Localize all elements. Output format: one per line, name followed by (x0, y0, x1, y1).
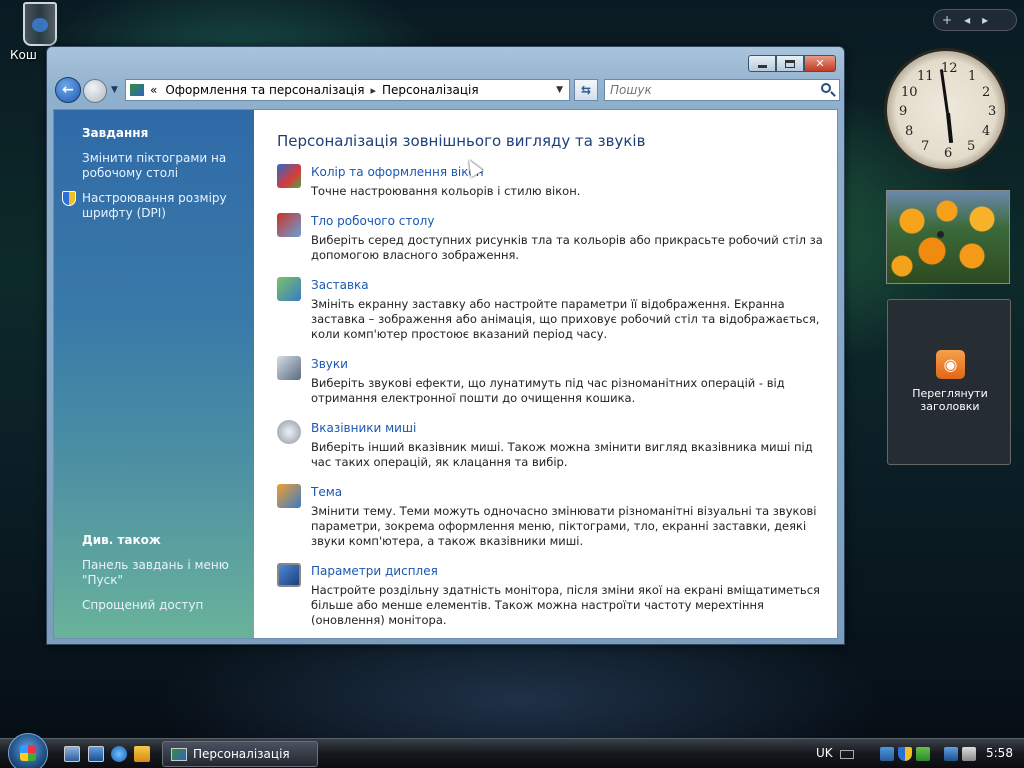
link-desktop-background[interactable]: Тло робочого столу (311, 214, 434, 228)
media-player-icon[interactable] (134, 746, 150, 762)
taskbar-button-personalization[interactable]: Персоналізація (162, 741, 318, 767)
volume-muted-icon[interactable] (962, 747, 976, 761)
window-controls: ✕ (748, 55, 836, 72)
desktop-background-icon (277, 213, 301, 237)
clock-number: 6 (944, 146, 953, 161)
search-input[interactable] (604, 79, 840, 101)
breadcrumb-current[interactable]: Персоналізація (382, 83, 479, 97)
task-pane: Завдання Змінити піктограми на робочому … (54, 110, 254, 638)
add-gadget-button[interactable]: + (942, 13, 952, 27)
display-settings-icon (277, 563, 301, 587)
close-button[interactable]: ✕ (804, 55, 836, 72)
item-description: Виберіть інший вказівник миші. Також мож… (311, 440, 813, 469)
personalization-window: ✕ ← ▼ « Оформлення та персоналізація ▸ П… (46, 46, 845, 645)
previous-page-button[interactable]: ◂ (964, 13, 970, 27)
clock-number: 7 (921, 139, 930, 154)
search-icon[interactable] (821, 83, 831, 93)
tasks-heading: Завдання (82, 126, 149, 140)
forward-button[interactable] (83, 79, 107, 103)
language-indicator[interactable]: UK (816, 746, 833, 760)
item-description: Настройте роздільну здатність монітора, … (311, 583, 820, 627)
item-description: Змініть екранну заставку або настройте п… (311, 297, 820, 341)
clock-number: 3 (988, 104, 997, 119)
recycle-bin-icon (23, 2, 57, 46)
link-display-settings[interactable]: Параметри дисплея (311, 564, 438, 578)
link-mouse-pointers[interactable]: Вказівники миші (311, 421, 416, 435)
see-also-ease-of-access[interactable]: Спрощений доступ (82, 598, 242, 613)
navigation-bar: ← ▼ « Оформлення та персоналізація ▸ Пер… (53, 77, 840, 105)
back-arrow-icon: ← (62, 82, 74, 98)
back-button[interactable]: ← (55, 77, 81, 103)
link-sounds[interactable]: Звуки (311, 357, 348, 371)
taskbar: Персоналізація UK 5:58 (0, 733, 1024, 768)
clock-number: 1 (968, 69, 977, 84)
link-window-color[interactable]: Колір та оформлення вікон (311, 165, 484, 179)
security-shield-icon[interactable] (898, 747, 912, 761)
breadcrumb-overflow[interactable]: « (150, 83, 157, 97)
mouse-pointer-icon (277, 420, 301, 444)
link-screensaver[interactable]: Заставка (311, 278, 369, 292)
minimize-icon (757, 65, 767, 68)
update-icon[interactable] (916, 747, 930, 761)
minimize-button[interactable] (748, 55, 776, 72)
clock-number: 8 (905, 124, 914, 139)
feed-headlines-gadget[interactable]: ◉ Переглянути заголовки (887, 299, 1011, 465)
internet-explorer-icon[interactable] (111, 746, 127, 762)
control-panel-icon (171, 747, 187, 761)
system-clock[interactable]: 5:58 (986, 746, 1013, 760)
next-page-button[interactable]: ▸ (982, 13, 988, 27)
task-change-desktop-icons[interactable]: Змінити піктограми на робочому столі (82, 151, 242, 181)
window-client-area: Завдання Змінити піктограми на робочому … (53, 109, 838, 639)
main-content: Персоналізація зовнішнього вигляду та зв… (255, 110, 837, 638)
sidebar-gadget-controls: + ◂ ▸ (933, 9, 1017, 31)
network-status-icon[interactable] (944, 747, 958, 761)
clock-number: 9 (899, 104, 908, 119)
maximize-icon (785, 59, 795, 68)
maximize-button[interactable] (776, 55, 804, 72)
item-description: Змінити тему. Теми можуть одночасно змін… (311, 504, 817, 548)
network-icon[interactable] (880, 747, 894, 761)
clock-number: 5 (967, 139, 976, 154)
item-description: Виберіть серед доступних рисунків тла та… (311, 233, 823, 262)
item-description: Точне настроювання кольорів і стилю віко… (311, 184, 581, 198)
refresh-button[interactable]: ⇆ (574, 79, 598, 101)
switch-windows-icon[interactable] (88, 746, 104, 762)
screensaver-icon (277, 277, 301, 301)
close-icon: ✕ (815, 57, 825, 70)
task-adjust-font-size[interactable]: Настроювання розміру шрифту (DPI) (82, 191, 242, 221)
taskbar-button-label: Персоналізація (193, 747, 290, 761)
clock-gadget[interactable]: 12 1 2 3 4 5 6 7 8 9 10 11 (884, 48, 1008, 172)
see-also-heading: Див. також (82, 533, 161, 547)
slideshow-gadget[interactable] (886, 190, 1010, 284)
clock-number: 4 (982, 124, 991, 139)
see-also-taskbar-start[interactable]: Панель завдань і меню "Пуск" (82, 558, 242, 588)
breadcrumb-parent[interactable]: Оформлення та персоналізація (165, 83, 364, 97)
theme-icon (277, 484, 301, 508)
recent-pages-dropdown[interactable]: ▼ (111, 85, 118, 95)
keyboard-icon[interactable] (840, 750, 854, 759)
rss-feed-icon: ◉ (936, 350, 965, 379)
show-desktop-icon[interactable] (64, 746, 80, 762)
breadcrumb-separator[interactable]: ▸ (370, 84, 376, 97)
link-theme[interactable]: Тема (311, 485, 342, 499)
window-color-icon (277, 164, 301, 188)
start-button[interactable] (8, 733, 48, 768)
view-headlines-link[interactable]: Переглянути заголовки (888, 387, 1012, 413)
slideshow-image (937, 231, 944, 238)
page-title: Персоналізація зовнішнього вигляду та зв… (277, 132, 646, 150)
clock-number: 10 (901, 85, 918, 100)
refresh-icon: ⇆ (580, 83, 592, 97)
clock-number: 11 (917, 69, 934, 84)
item-description: Виберіть звукові ефекти, що лунатимуть п… (311, 376, 785, 405)
sounds-icon (277, 356, 301, 380)
clock-hour-hand (946, 112, 954, 144)
clock-number: 2 (982, 85, 991, 100)
address-bar[interactable]: « Оформлення та персоналізація ▸ Персона… (125, 79, 570, 101)
address-dropdown-icon[interactable]: ▼ (556, 85, 563, 95)
uac-shield-icon (62, 191, 76, 206)
control-panel-icon (130, 84, 144, 96)
